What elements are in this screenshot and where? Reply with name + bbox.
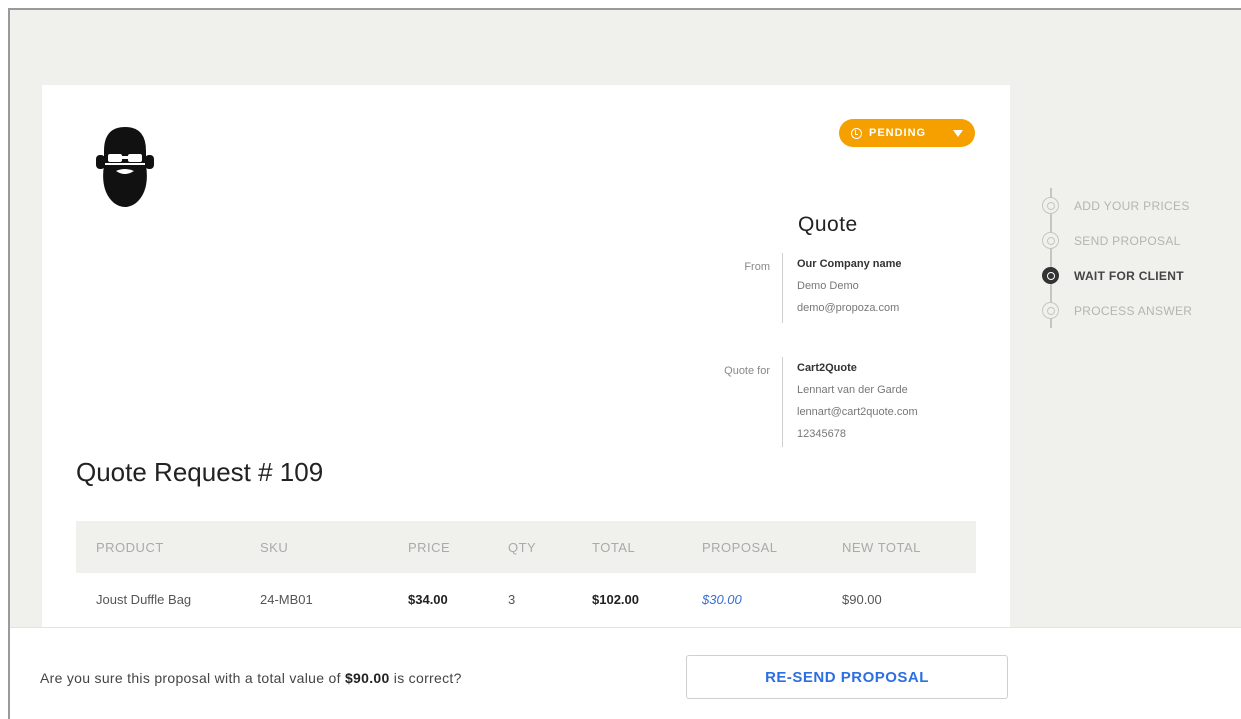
progress-steps: ADD YOUR PRICES SEND PROPOSAL WAIT FOR C… [1042,188,1192,328]
from-block: Our Company name Demo Demo demo@propoza.… [782,253,902,323]
step-add-prices: ADD YOUR PRICES [1042,188,1192,223]
table-header: PRODUCT SKU PRICE QTY TOTAL PROPOSAL NEW… [76,521,976,573]
confirm-amount: $90.00 [344,670,390,686]
chevron-down-icon [953,130,963,137]
from-label: From [744,261,770,273]
from-contact: Demo Demo [797,280,859,292]
cell-total: $102.00 [592,591,639,607]
from-company: Our Company name [797,258,902,270]
resend-proposal-button[interactable]: RE-SEND PROPOSAL [686,655,1008,699]
clock-icon [851,127,862,139]
app-frame: PENDING Quote From Our Company name Demo… [8,8,1241,719]
step-label: PROCESS ANSWER [1074,303,1193,318]
cell-product: Joust Duffle Bag [96,591,192,607]
step-send-proposal: SEND PROPOSAL [1042,223,1192,258]
status-label: PENDING [869,127,927,139]
header-sku: SKU [260,539,289,555]
header-new-total: NEW TOTAL [842,539,921,555]
step-circle-icon [1042,267,1059,284]
header-price: PRICE [408,539,451,555]
header-qty: QTY [508,539,537,555]
cell-price: $34.00 [408,591,448,607]
header-product: PRODUCT [96,539,164,555]
header-total: TOTAL [592,539,636,555]
step-circle-icon [1042,232,1059,249]
table-row: Joust Duffle Bag 24-MB01 $34.00 3 $102.0… [76,573,976,625]
step-wait-for-client: WAIT FOR CLIENT [1042,258,1192,293]
quote-for-phone: 12345678 [797,428,846,440]
quote-table: PRODUCT SKU PRICE QTY TOTAL PROPOSAL NEW… [76,521,976,625]
step-label: SEND PROPOSAL [1074,233,1181,248]
step-process-answer: PROCESS ANSWER [1042,293,1192,328]
cell-sku: 24-MB01 [260,591,313,607]
confirm-prefix: Are you sure this proposal with a total … [40,670,345,686]
status-dropdown[interactable]: PENDING [839,119,975,147]
confirm-bar: Are you sure this proposal with a total … [10,627,1241,719]
quote-for-contact: Lennart van der Garde [797,384,908,396]
bearded-man-logo-icon [96,127,154,207]
quote-heading: Quote [798,213,858,236]
confirm-suffix: is correct? [389,670,462,686]
quote-for-block: Cart2Quote Lennart van der Garde lennart… [782,357,918,447]
step-label: ADD YOUR PRICES [1074,198,1190,213]
quote-for-email: lennart@cart2quote.com [797,406,918,418]
step-circle-icon [1042,302,1059,319]
step-label: WAIT FOR CLIENT [1074,268,1184,283]
header-proposal: PROPOSAL [702,539,778,555]
cell-proposal: $30.00 [702,592,842,607]
page-title: Quote Request # 109 [76,457,324,487]
quote-for-label: Quote for [724,365,770,377]
quote-card: PENDING Quote From Our Company name Demo… [42,85,1010,645]
cell-new-total: $90.00 [842,591,882,607]
from-email: demo@propoza.com [797,302,900,314]
proposal-price-link[interactable]: $30.00 [702,592,742,607]
cell-qty: 3 [508,591,516,607]
quote-for-company: Cart2Quote [797,362,857,374]
step-circle-icon [1042,197,1059,214]
confirm-message: Are you sure this proposal with a total … [40,670,462,686]
